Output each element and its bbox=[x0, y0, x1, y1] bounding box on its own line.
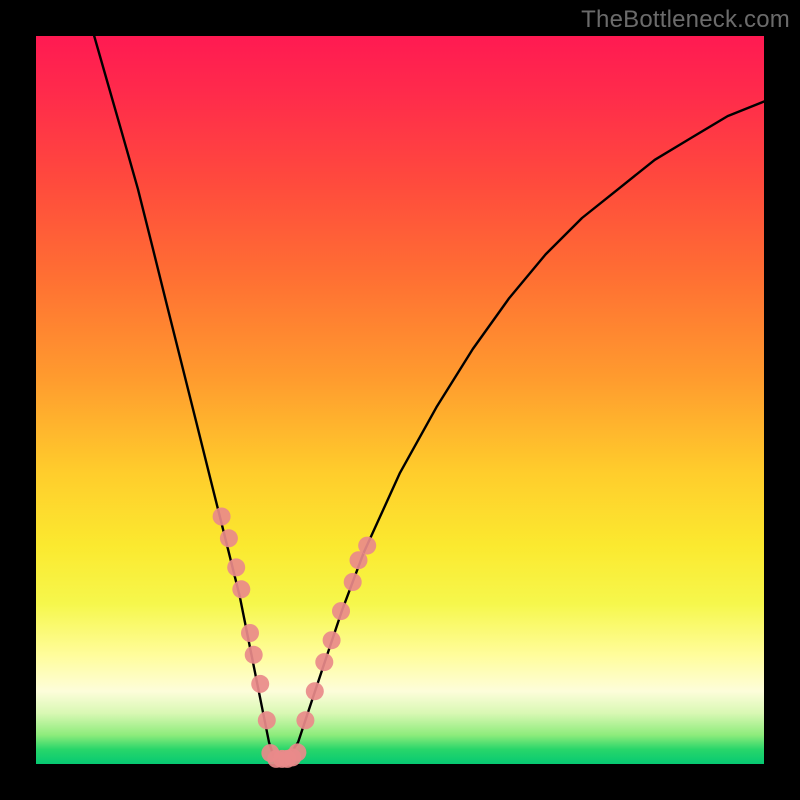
data-markers bbox=[213, 508, 377, 768]
marker-dot bbox=[358, 537, 376, 555]
bottleneck-curve-path bbox=[94, 36, 764, 764]
marker-dot bbox=[245, 646, 263, 664]
marker-dot bbox=[306, 682, 324, 700]
chart-svg bbox=[36, 36, 764, 764]
marker-dot bbox=[232, 580, 250, 598]
marker-dot bbox=[288, 743, 306, 761]
marker-dot bbox=[296, 711, 314, 729]
marker-dot bbox=[332, 602, 350, 620]
marker-dot bbox=[220, 529, 238, 547]
marker-dot bbox=[227, 558, 245, 576]
marker-dot bbox=[241, 624, 259, 642]
marker-dot bbox=[251, 675, 269, 693]
marker-dot bbox=[213, 508, 231, 526]
marker-dot bbox=[323, 631, 341, 649]
plot-area bbox=[36, 36, 764, 764]
curve-line bbox=[94, 36, 764, 764]
marker-dot bbox=[315, 653, 333, 671]
marker-dot bbox=[258, 711, 276, 729]
chart-frame: TheBottleneck.com bbox=[0, 0, 800, 800]
marker-dot bbox=[344, 573, 362, 591]
watermark-text: TheBottleneck.com bbox=[581, 6, 790, 34]
